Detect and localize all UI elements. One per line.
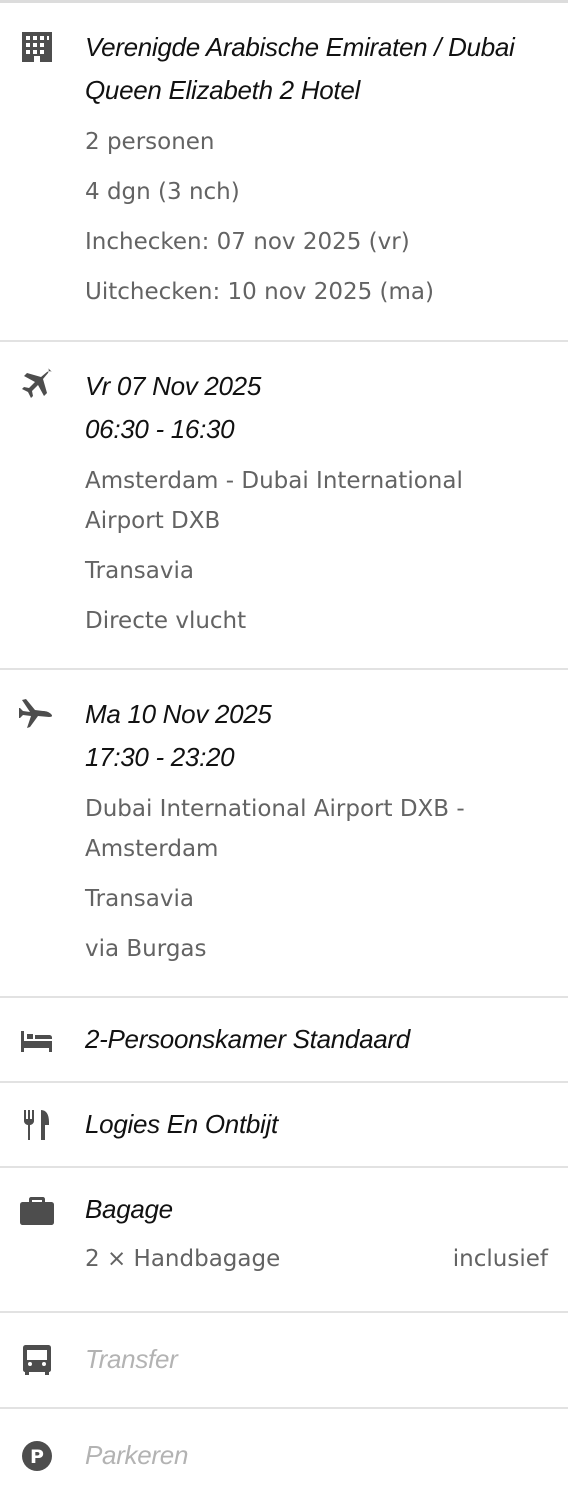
- hotel-duration: 4 dgn (3 nch): [85, 179, 240, 205]
- airplane-arrival-icon: [19, 696, 55, 732]
- transfer-label: Transfer: [85, 1344, 178, 1374]
- svg-text:P: P: [30, 1446, 44, 1468]
- hotel-name: Queen Elizabeth 2 Hotel: [85, 75, 360, 105]
- hotel-persons: 2 personen: [85, 129, 215, 155]
- room-section: 2-Persoonskamer Standaard: [0, 998, 568, 1083]
- baggage-item: 2 × Handbagage: [85, 1246, 281, 1272]
- parking-label: Parkeren: [85, 1440, 189, 1470]
- outbound-date: Vr 07 Nov 2025: [85, 371, 261, 401]
- outbound-route: Amsterdam - Dubai International Airport …: [85, 468, 463, 534]
- board-section: Logies En Ontbijt: [0, 1083, 568, 1168]
- outbound-airline: Transavia: [85, 558, 194, 584]
- baggage-status: inclusief: [452, 1246, 548, 1272]
- return-date: Ma 10 Nov 2025: [85, 699, 272, 729]
- outbound-time: 06:30 - 16:30: [85, 414, 235, 444]
- fork-knife-icon: [19, 1107, 55, 1143]
- bus-icon: [19, 1342, 55, 1378]
- airplane-departure-icon: [19, 368, 55, 404]
- outbound-flight-type: Directe vlucht: [85, 608, 247, 634]
- hotel-section: Verenigde Arabische Emiraten / Dubai Que…: [0, 3, 568, 342]
- suitcase-icon: [19, 1192, 55, 1228]
- outbound-flight-section: Vr 07 Nov 2025 06:30 - 16:30 Amsterdam -…: [0, 342, 568, 670]
- board-type: Logies En Ontbijt: [85, 1109, 278, 1139]
- parking-section: P Parkeren: [0, 1409, 568, 1492]
- return-flight-section: Ma 10 Nov 2025 17:30 - 23:20 Dubai Inter…: [0, 670, 568, 998]
- return-time: 17:30 - 23:20: [85, 742, 235, 772]
- hotel-checkout: Uitchecken: 10 nov 2025 (ma): [85, 279, 434, 305]
- baggage-section: Bagage 2 × Handbagage inclusief: [0, 1168, 568, 1313]
- baggage-title: Bagage: [85, 1194, 173, 1224]
- hotel-checkin: Inchecken: 07 nov 2025 (vr): [85, 229, 410, 255]
- room-type: 2-Persoonskamer Standaard: [85, 1024, 410, 1054]
- return-route: Dubai International Airport DXB - Amster…: [85, 796, 465, 862]
- return-airline: Transavia: [85, 886, 194, 912]
- parking-icon: P: [19, 1438, 55, 1474]
- building-icon: [19, 29, 55, 65]
- bed-icon: [19, 1022, 55, 1058]
- baggage-row: 2 × Handbagage inclusief: [85, 1239, 548, 1279]
- hotel-location: Verenigde Arabische Emiraten / Dubai: [85, 32, 515, 62]
- return-flight-type: via Burgas: [85, 936, 207, 962]
- transfer-section: Transfer: [0, 1313, 568, 1409]
